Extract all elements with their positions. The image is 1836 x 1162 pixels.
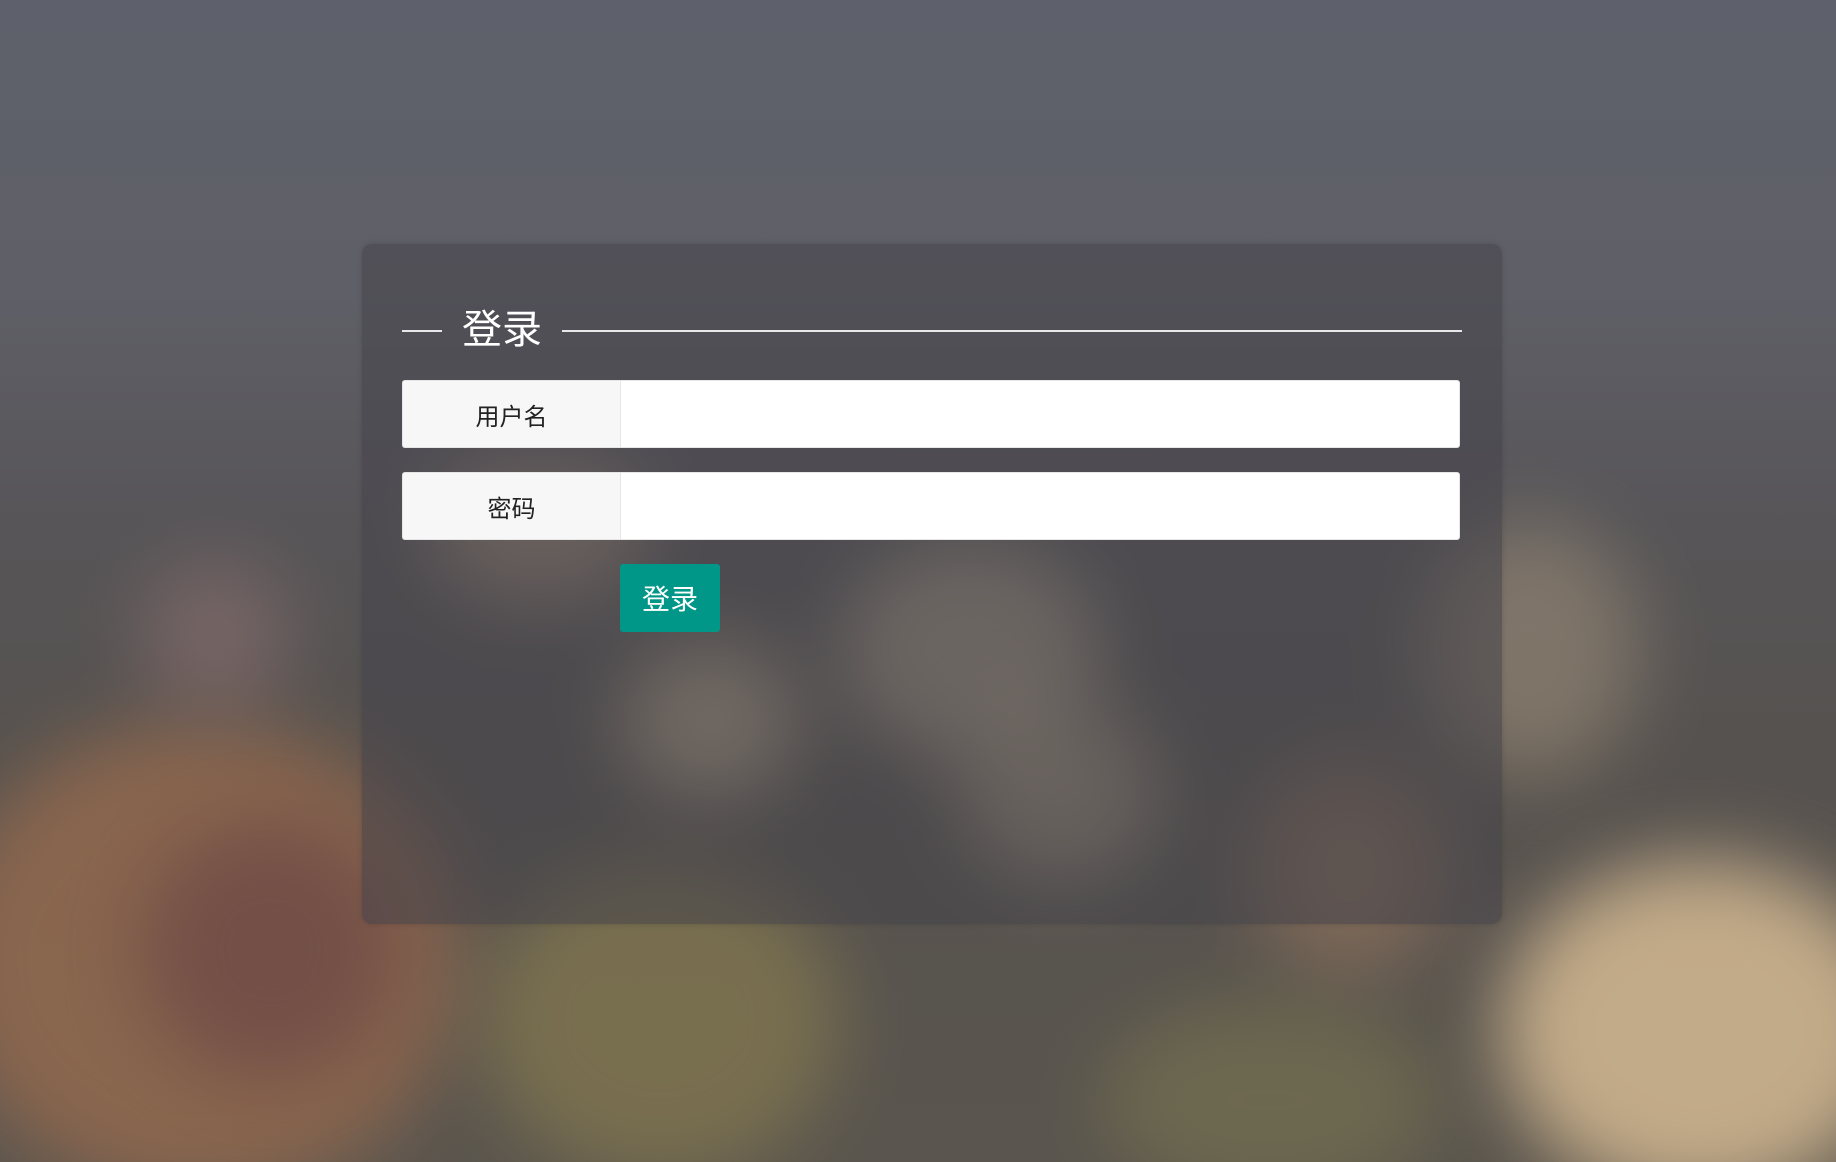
password-label: 密码 [402,472,620,540]
legend-divider-right [562,330,1462,332]
username-label: 用户名 [402,380,620,448]
password-input[interactable] [620,472,1460,540]
username-row: 用户名 [402,380,1460,448]
form-legend: 登录 [402,300,1462,360]
form-title: 登录 [462,307,542,353]
username-input[interactable] [620,380,1460,448]
password-row: 密码 [402,472,1460,540]
login-button[interactable]: 登录 [620,564,720,632]
legend-divider-left [402,330,442,332]
